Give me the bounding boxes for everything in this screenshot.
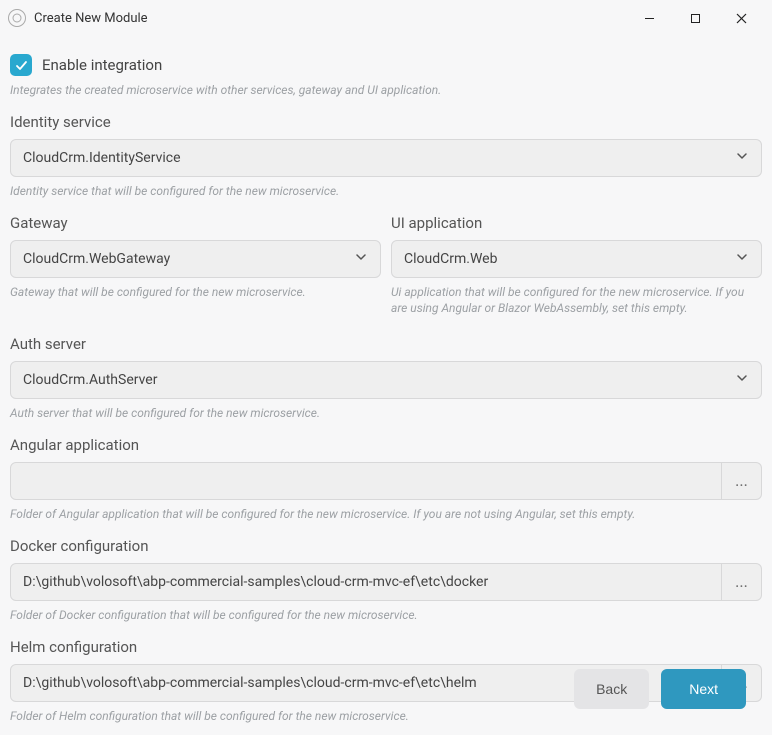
docker-configuration-label: Docker configuration — [10, 537, 762, 555]
next-button[interactable]: Next — [661, 669, 746, 709]
docker-configuration-helper: Folder of Docker configuration that will… — [10, 607, 762, 624]
docker-browse-button[interactable]: ... — [722, 563, 762, 601]
docker-configuration-input[interactable]: D:\github\volosoft\abp-commercial-sample… — [10, 563, 722, 601]
ui-application-helper: Ui application that will be configured f… — [391, 284, 762, 318]
gateway-select[interactable]: CloudCrm.WebGateway — [10, 240, 381, 278]
enable-integration-checkbox[interactable] — [10, 54, 32, 76]
enable-integration-label: Enable integration — [42, 56, 162, 74]
window-title: Create New Module — [34, 11, 148, 26]
ui-application-label: UI application — [391, 214, 762, 232]
maximize-button[interactable] — [672, 2, 718, 34]
ui-application-value: CloudCrm.Web — [404, 251, 497, 267]
identity-service-label: Identity service — [10, 113, 762, 131]
identity-service-helper: Identity service that will be configured… — [10, 183, 762, 200]
identity-service-select[interactable]: CloudCrm.IdentityService — [10, 139, 762, 177]
back-button[interactable]: Back — [574, 669, 649, 709]
angular-application-helper: Folder of Angular application that will … — [10, 506, 762, 523]
close-button[interactable] — [718, 2, 764, 34]
helm-configuration-value: D:\github\volosoft\abp-commercial-sample… — [23, 675, 477, 691]
docker-configuration-value: D:\github\volosoft\abp-commercial-sample… — [23, 574, 488, 590]
angular-browse-button[interactable]: ... — [722, 462, 762, 500]
gateway-label: Gateway — [10, 214, 381, 232]
auth-server-label: Auth server — [10, 335, 762, 353]
ui-application-select[interactable]: CloudCrm.Web — [391, 240, 762, 278]
ellipsis-icon: ... — [735, 471, 748, 490]
angular-application-input[interactable] — [10, 462, 722, 500]
auth-server-select[interactable]: CloudCrm.AuthServer — [10, 361, 762, 399]
chevron-down-icon — [354, 250, 368, 268]
check-icon — [15, 59, 28, 72]
titlebar: Create New Module — [0, 0, 772, 36]
identity-service-value: CloudCrm.IdentityService — [23, 150, 181, 166]
app-icon — [8, 9, 26, 27]
angular-application-label: Angular application — [10, 436, 762, 454]
helm-configuration-helper: Folder of Helm configuration that will b… — [10, 708, 762, 725]
gateway-value: CloudCrm.WebGateway — [23, 251, 170, 267]
auth-server-value: CloudCrm.AuthServer — [23, 372, 157, 388]
enable-integration-helper: Integrates the created microservice with… — [10, 82, 762, 99]
minimize-button[interactable] — [626, 2, 672, 34]
helm-configuration-label: Helm configuration — [10, 638, 762, 656]
auth-server-helper: Auth server that will be configured for … — [10, 405, 762, 422]
chevron-down-icon — [735, 149, 749, 167]
ellipsis-icon: ... — [735, 572, 748, 591]
gateway-helper: Gateway that will be configured for the … — [10, 284, 381, 301]
chevron-down-icon — [735, 371, 749, 389]
chevron-down-icon — [735, 250, 749, 268]
